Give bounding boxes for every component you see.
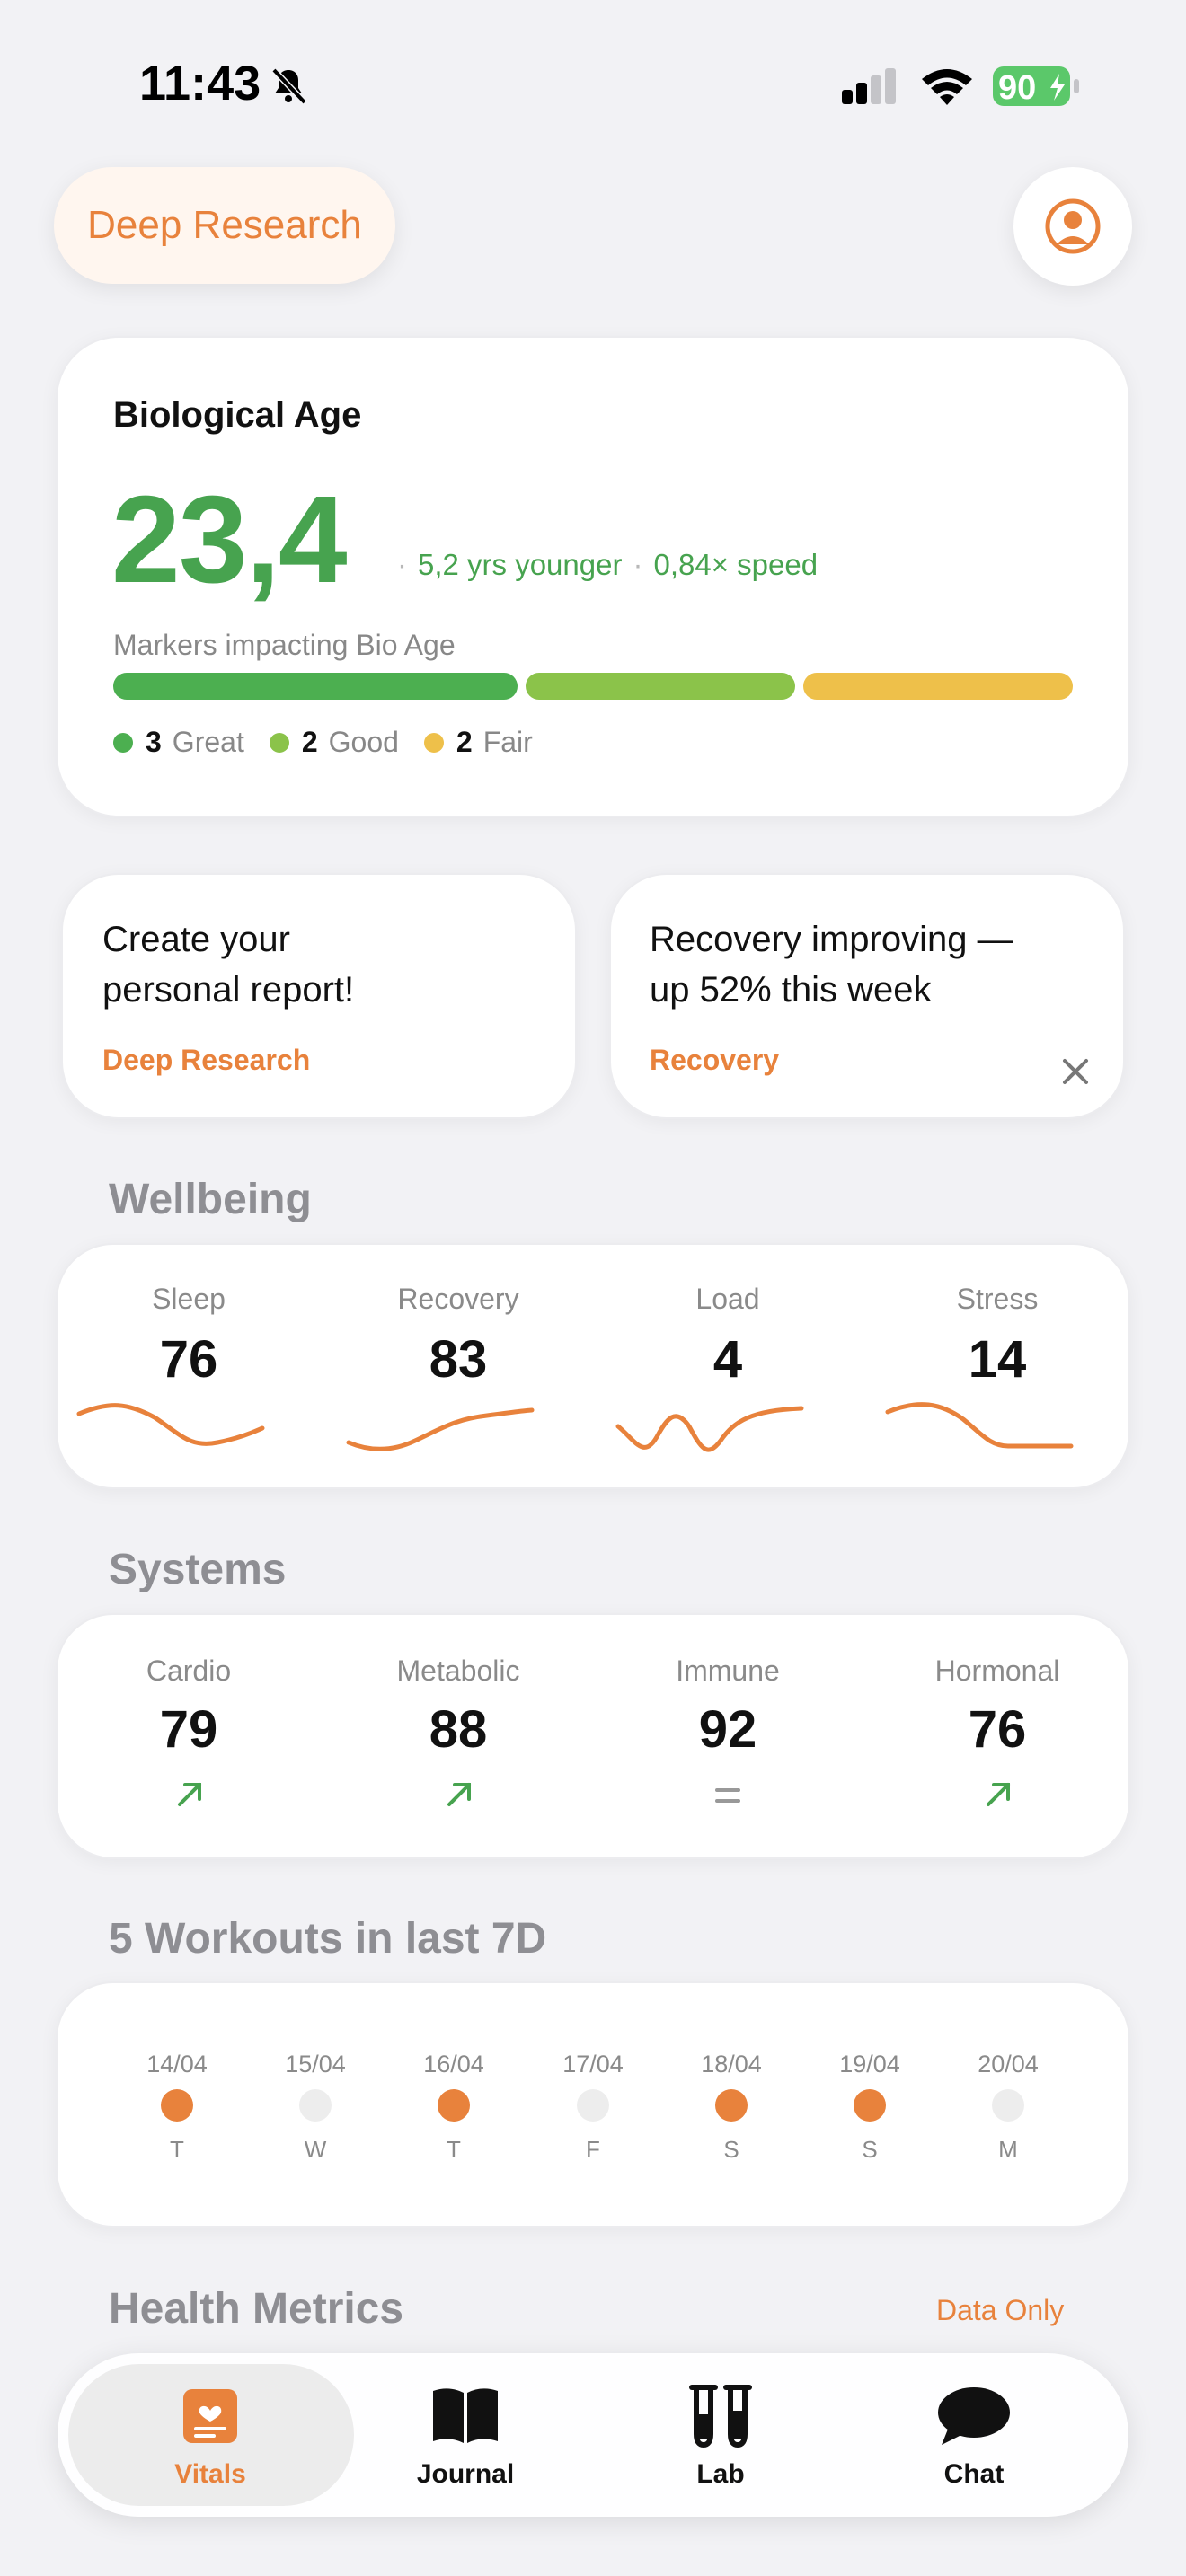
bell-muted-icon bbox=[271, 67, 307, 105]
fair-dot-icon bbox=[423, 732, 444, 753]
test-tubes-icon bbox=[689, 2385, 752, 2448]
load-label: Load bbox=[695, 1283, 760, 1315]
good-dot-icon bbox=[269, 732, 289, 753]
workout-date: 18/04 bbox=[701, 2051, 762, 2078]
promo-2-line2: up 52% this week bbox=[650, 970, 932, 1010]
promo-2-line1: Recovery improving — bbox=[650, 920, 1013, 959]
immune-value: 92 bbox=[698, 1700, 757, 1759]
sleep-value: 76 bbox=[159, 1330, 218, 1389]
tab-journal-label: Journal bbox=[416, 2459, 515, 2489]
stress-label: Stress bbox=[956, 1283, 1039, 1315]
bio-age-younger: 5,2 yrs younger bbox=[418, 548, 623, 581]
tab-vitals-label: Vitals bbox=[174, 2459, 246, 2489]
workout-empty-dot bbox=[299, 2089, 332, 2122]
workout-day: S bbox=[862, 2136, 878, 2163]
workout-date: 17/04 bbox=[562, 2051, 624, 2078]
good-count: 2 bbox=[301, 726, 318, 758]
close-icon[interactable] bbox=[1060, 1056, 1091, 1087]
deep-research-button[interactable]: Deep Research bbox=[54, 167, 395, 284]
great-dot-icon bbox=[113, 732, 133, 753]
trend-up-icon bbox=[987, 1783, 1010, 1806]
sleep-label: Sleep bbox=[152, 1283, 226, 1315]
workout-date: 14/04 bbox=[146, 2051, 208, 2078]
trend-equal-icon bbox=[715, 1788, 740, 1803]
markers-bar-fair bbox=[803, 673, 1073, 700]
good-label: Good bbox=[328, 726, 399, 758]
great-count: 3 bbox=[146, 726, 162, 758]
chat-bubble-icon bbox=[938, 2387, 1010, 2445]
battery-indicator: 90 bbox=[991, 65, 1081, 108]
workout-empty-dot bbox=[577, 2089, 609, 2122]
promo-1-line1: Create your bbox=[102, 920, 290, 959]
recovery-label: Recovery bbox=[397, 1283, 519, 1315]
battery-level: 90 bbox=[998, 69, 1037, 107]
wellbeing-title: Wellbeing bbox=[109, 1176, 312, 1223]
markers-bar-good bbox=[526, 673, 795, 700]
tab-chat[interactable]: Chat bbox=[884, 2380, 1064, 2497]
cardio-label: Cardio bbox=[146, 1654, 232, 1687]
markers-bar-great bbox=[113, 673, 518, 700]
workout-done-dot bbox=[438, 2089, 470, 2122]
bio-age-value: 23,4 bbox=[111, 471, 348, 609]
data-only-toggle[interactable]: Data Only bbox=[936, 2294, 1064, 2327]
recovery-sparkline bbox=[346, 1407, 535, 1451]
book-icon bbox=[433, 2388, 498, 2443]
workout-day: T bbox=[170, 2136, 184, 2163]
systems-title: Systems bbox=[109, 1546, 287, 1593]
fair-count: 2 bbox=[456, 726, 473, 758]
metabolic-label: Metabolic bbox=[396, 1654, 520, 1687]
tab-lab-label: Lab bbox=[696, 2459, 745, 2489]
sleep-sparkline bbox=[76, 1403, 265, 1446]
great-label: Great bbox=[172, 726, 244, 758]
stress-sparkline bbox=[885, 1402, 1074, 1449]
tab-journal[interactable]: Journal bbox=[376, 2380, 555, 2497]
deep-research-label: Deep Research bbox=[87, 203, 362, 247]
workout-done-dot bbox=[161, 2089, 193, 2122]
tab-lab[interactable]: Lab bbox=[631, 2380, 810, 2497]
hormonal-value: 76 bbox=[968, 1700, 1027, 1759]
bio-age-speed: 0,84× speed bbox=[653, 548, 819, 581]
workout-day: S bbox=[723, 2136, 739, 2163]
immune-label: Immune bbox=[676, 1654, 780, 1687]
wellbeing-sparklines bbox=[76, 1402, 1074, 1452]
user-avatar-icon bbox=[1045, 198, 1101, 254]
tab-chat-label: Chat bbox=[943, 2459, 1005, 2489]
workouts-title: 5 Workouts in last 7D bbox=[109, 1915, 547, 1963]
markers-label: Markers impacting Bio Age bbox=[113, 629, 456, 661]
cardio-value: 79 bbox=[159, 1700, 218, 1759]
promo-2-link[interactable]: Recovery bbox=[650, 1044, 779, 1077]
vitals-icon bbox=[183, 2389, 237, 2443]
fair-label: Fair bbox=[482, 726, 533, 758]
workout-date: 20/04 bbox=[978, 2051, 1039, 2078]
workout-date: 19/04 bbox=[839, 2051, 900, 2078]
hormonal-label: Hormonal bbox=[934, 1654, 1060, 1687]
metabolic-value: 88 bbox=[429, 1700, 488, 1759]
trend-up-icon bbox=[178, 1783, 201, 1806]
workout-day: F bbox=[586, 2136, 600, 2163]
workout-empty-dot bbox=[992, 2089, 1024, 2122]
workout-date: 16/04 bbox=[423, 2051, 484, 2078]
stress-value: 14 bbox=[968, 1330, 1027, 1389]
bio-age-title: Biological Age bbox=[113, 395, 362, 435]
promo-1-line2: personal report! bbox=[102, 970, 355, 1010]
markers-legend: 3 Great 2 Good 2 Fair bbox=[113, 726, 558, 759]
recovery-value: 83 bbox=[429, 1330, 488, 1389]
workout-date: 15/04 bbox=[285, 2051, 346, 2078]
tab-vitals[interactable]: Vitals bbox=[120, 2380, 300, 2497]
promo-1-link[interactable]: Deep Research bbox=[102, 1044, 310, 1077]
workout-day: M bbox=[998, 2136, 1018, 2163]
profile-button[interactable] bbox=[1013, 167, 1132, 286]
load-sparkline bbox=[615, 1406, 804, 1452]
cellular-signal-icon bbox=[842, 68, 896, 104]
status-time: 11:43 bbox=[139, 57, 261, 110]
bio-age-meta: · 5,2 yrs younger · 0,84× speed bbox=[397, 548, 819, 581]
workout-done-dot bbox=[715, 2089, 748, 2122]
workout-done-dot bbox=[854, 2089, 886, 2122]
wifi-icon bbox=[922, 69, 972, 105]
workout-day: W bbox=[304, 2136, 327, 2163]
load-value: 4 bbox=[712, 1330, 743, 1389]
health-metrics-title: Health Metrics bbox=[109, 2285, 404, 2333]
trend-up-icon bbox=[447, 1783, 471, 1806]
workout-day: T bbox=[447, 2136, 461, 2163]
